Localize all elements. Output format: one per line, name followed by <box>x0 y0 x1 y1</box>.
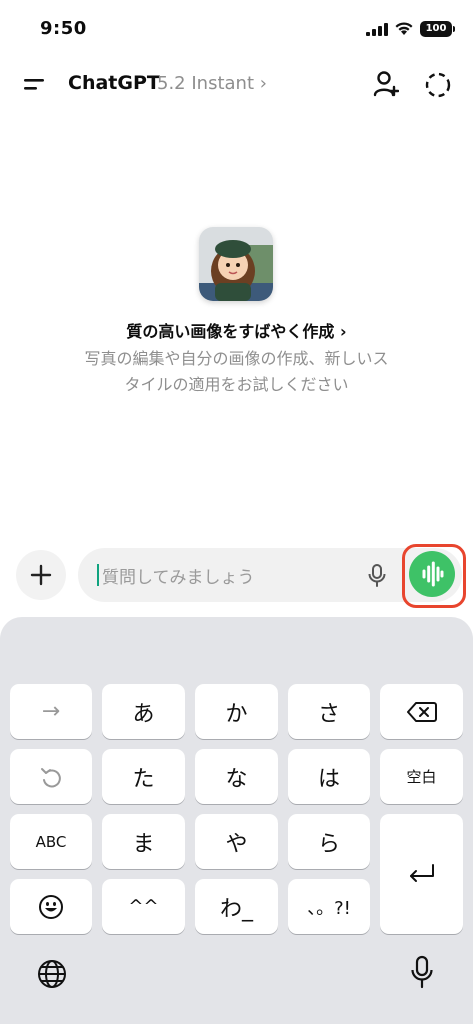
wifi-icon <box>395 22 413 35</box>
key-wa[interactable]: わ_ <box>195 879 278 934</box>
app-title[interactable]: ChatGPT <box>68 72 160 94</box>
menu-icon[interactable] <box>22 74 46 94</box>
girl-illustration-image <box>199 227 273 301</box>
key-ma[interactable]: ま <box>102 814 185 869</box>
return-icon <box>409 864 434 882</box>
key-emoji[interactable] <box>10 879 92 934</box>
key-arrow-right[interactable]: → <box>10 684 92 739</box>
globe-icon[interactable] <box>36 958 68 990</box>
key-enter[interactable] <box>380 814 463 934</box>
suggestion-description: 写真の編集や自分の画像の作成、新しいス タイルの適用をお試しください <box>50 346 423 398</box>
image-suggestion-thumbnail[interactable] <box>199 227 273 301</box>
keyboard-mic-icon[interactable] <box>410 955 434 991</box>
app-header: ChatGPT 5.2 Instant › <box>0 62 473 106</box>
message-input-placeholder[interactable]: 質問してみましょう <box>102 563 255 588</box>
key-abc[interactable]: ABC <box>10 814 92 869</box>
voice-mode-button[interactable] <box>409 551 455 597</box>
attach-button[interactable] <box>16 550 66 600</box>
voice-waveform-icon <box>422 561 444 587</box>
suggestion-description-line-2: タイルの適用をお試しください <box>124 375 349 394</box>
suggestion-description-line-1: 写真の編集や自分の画像の作成、新しいス <box>84 349 389 368</box>
key-ka[interactable]: か <box>195 684 278 739</box>
key-kaomoji[interactable]: ^^ <box>102 879 185 934</box>
key-sa[interactable]: さ <box>288 684 370 739</box>
model-selector[interactable]: 5.2 Instant › <box>157 73 267 94</box>
key-a[interactable]: あ <box>102 684 185 739</box>
dictation-mic-icon[interactable] <box>367 563 387 589</box>
status-bar: 9:50 100 <box>0 0 473 60</box>
key-ta[interactable]: た <box>102 749 185 804</box>
battery-icon: 100 <box>420 21 455 37</box>
emoji-icon <box>39 894 63 919</box>
key-ra[interactable]: ら <box>288 814 370 869</box>
suggestion-title[interactable]: 質の高い画像をすばやく作成 › <box>0 318 473 342</box>
temporary-chat-icon[interactable] <box>424 71 452 99</box>
undo-icon <box>41 767 61 787</box>
key-space[interactable]: 空白 <box>380 749 463 804</box>
key-ha[interactable]: は <box>288 749 370 804</box>
key-ya[interactable]: や <box>195 814 278 869</box>
text-cursor <box>97 564 99 586</box>
add-user-icon[interactable] <box>373 70 399 98</box>
backspace-icon <box>406 701 437 722</box>
key-backspace[interactable] <box>380 684 463 739</box>
key-na[interactable]: な <box>195 749 278 804</box>
status-time: 9:50 <box>40 18 87 39</box>
plus-icon <box>30 564 52 586</box>
key-punctuation[interactable]: 、。?! <box>288 879 370 934</box>
cellular-signal-icon <box>366 23 388 36</box>
key-undo[interactable] <box>10 749 92 804</box>
